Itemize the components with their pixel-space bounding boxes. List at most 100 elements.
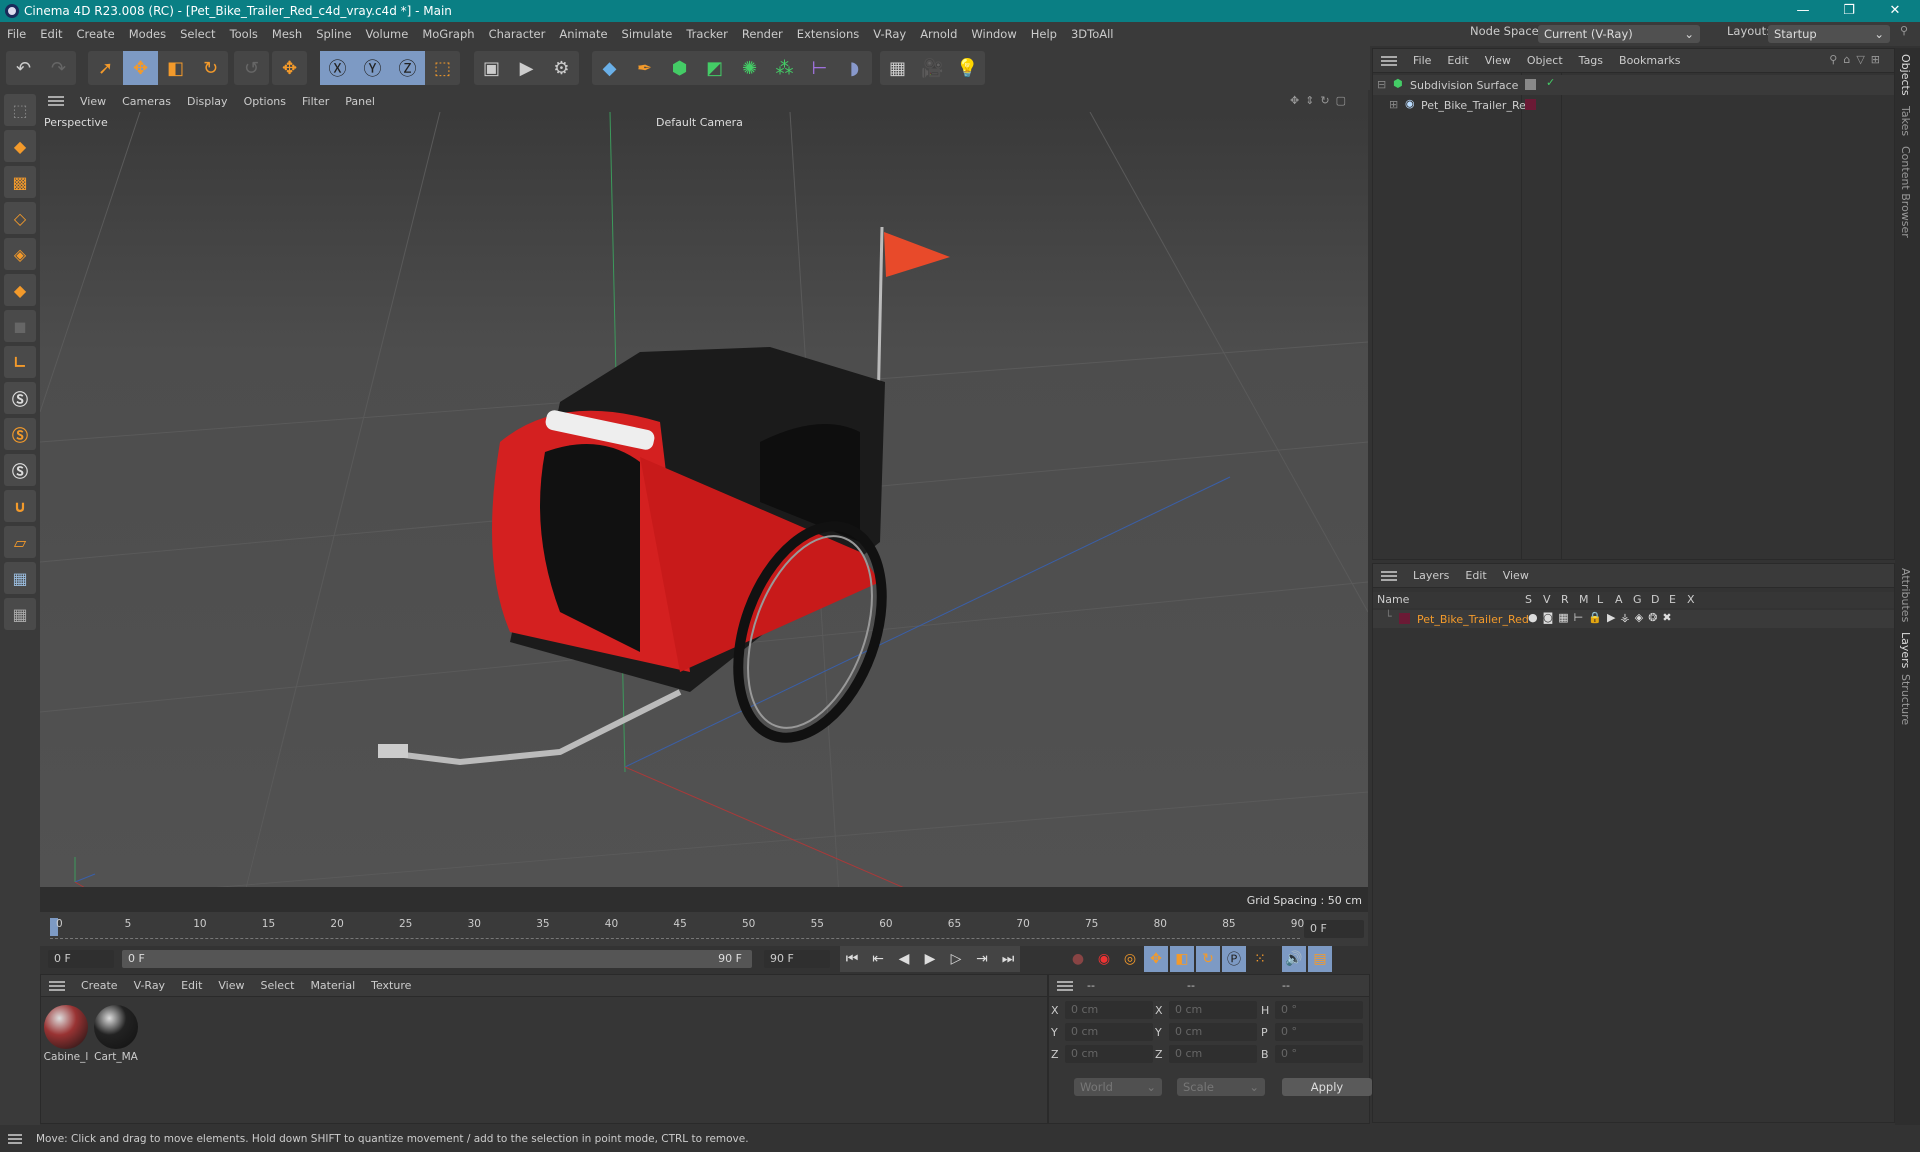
material-menu-vray[interactable]: V-Ray bbox=[126, 979, 174, 992]
coord-field[interactable]: 0 ° bbox=[1275, 1001, 1363, 1019]
end-frame-field[interactable]: 90 F bbox=[764, 950, 830, 968]
model-mode-icon[interactable]: ⬚ bbox=[4, 94, 36, 126]
layer-column-s[interactable]: S bbox=[1525, 593, 1532, 606]
uv-mode-icon[interactable]: ◼ bbox=[4, 310, 36, 342]
coord-field[interactable]: 0 cm bbox=[1065, 1023, 1153, 1041]
layers-menu-icon[interactable] bbox=[1381, 570, 1397, 581]
key-scale-icon[interactable]: ◧ bbox=[1170, 946, 1194, 972]
minimize-button[interactable]: — bbox=[1780, 0, 1826, 22]
apply-button[interactable]: Apply bbox=[1282, 1078, 1372, 1096]
snap-settings-icon[interactable]: Ⓢ bbox=[4, 418, 36, 450]
viewport-menu-cameras[interactable]: Cameras bbox=[114, 95, 179, 108]
menu-create[interactable]: Create bbox=[70, 27, 122, 41]
x-axis-icon[interactable]: Ⓧ bbox=[320, 51, 355, 85]
move-tool-icon[interactable]: ✥ bbox=[123, 51, 158, 85]
coordinates-menu-icon[interactable] bbox=[1057, 980, 1073, 991]
layer-column-m[interactable]: M bbox=[1579, 593, 1589, 606]
go-to-end-icon[interactable]: ⏭ bbox=[996, 946, 1020, 972]
y-axis-icon[interactable]: Ⓨ bbox=[355, 51, 390, 85]
z-axis-icon[interactable]: Ⓩ bbox=[390, 51, 425, 85]
node-space-dropdown[interactable]: Current (V-Ray) ⌄ bbox=[1538, 25, 1700, 43]
layer-column-g[interactable]: G bbox=[1633, 593, 1642, 606]
material-menu-texture[interactable]: Texture bbox=[363, 979, 419, 992]
layer-flag-icons[interactable]: ●◙▦⊢🔒▶⚶◈❂✖ bbox=[1528, 611, 1677, 624]
layer-color-swatch[interactable] bbox=[1525, 99, 1536, 110]
camera-label[interactable]: Default Camera bbox=[656, 116, 743, 129]
search-icon[interactable]: ⚲ bbox=[1900, 24, 1908, 37]
layers-menu-edit[interactable]: Edit bbox=[1457, 569, 1494, 582]
material-menu-view[interactable]: View bbox=[210, 979, 252, 992]
3d-viewport[interactable]: Perspective Default Camera Grid Spacing … bbox=[40, 112, 1368, 912]
mograph-cloner-icon[interactable]: ✺ bbox=[732, 51, 767, 85]
scale-tool-icon[interactable]: ◧ bbox=[158, 51, 193, 85]
render-view-icon[interactable]: ▣ bbox=[474, 51, 509, 85]
layer-name[interactable]: Pet_Bike_Trailer_Red bbox=[1417, 613, 1529, 626]
prev-key-icon[interactable]: ⇤ bbox=[866, 946, 890, 972]
layer-column-e[interactable]: E bbox=[1669, 593, 1676, 606]
maximize-button[interactable]: ❐ bbox=[1826, 0, 1872, 22]
menu-window[interactable]: Window bbox=[964, 27, 1023, 41]
record-icon[interactable]: ● bbox=[1066, 946, 1090, 972]
menu-character[interactable]: Character bbox=[482, 27, 553, 41]
layout-dropdown[interactable]: Startup ⌄ bbox=[1768, 25, 1890, 43]
object-row[interactable]: ⊟ ⬢ Subdivision Surface ✓ bbox=[1373, 75, 1894, 95]
texture-mode-icon[interactable]: ▩ bbox=[4, 166, 36, 198]
material-item[interactable]: Cart_MA bbox=[93, 1005, 139, 1063]
close-button[interactable]: ✕ bbox=[1872, 0, 1918, 22]
layer-color-swatch[interactable] bbox=[1399, 613, 1410, 624]
lock-workplane-icon[interactable]: ▦ bbox=[4, 598, 36, 630]
layers-menu-layers[interactable]: Layers bbox=[1405, 569, 1457, 582]
layer-column-l[interactable]: L bbox=[1597, 593, 1603, 606]
subdivision-icon[interactable]: ⬢ bbox=[662, 51, 697, 85]
layer-column-a[interactable]: A bbox=[1615, 593, 1623, 606]
timeline-icon[interactable]: ▤ bbox=[1308, 946, 1332, 972]
coord-field[interactable]: 0 ° bbox=[1275, 1045, 1363, 1063]
prev-frame-icon[interactable]: ◀ bbox=[892, 946, 916, 972]
render-picture-viewer-icon[interactable]: ▶ bbox=[509, 51, 544, 85]
tab-takes[interactable]: Takes bbox=[1899, 106, 1912, 136]
workplane-icon[interactable]: ▱ bbox=[4, 526, 36, 558]
viewport-menu-icon[interactable] bbox=[48, 96, 64, 106]
tab-objects[interactable]: Objects bbox=[1899, 54, 1912, 96]
play-icon[interactable]: ▶ bbox=[918, 946, 942, 972]
psr-icon[interactable]: ↺ bbox=[234, 51, 269, 85]
layers-menu-view[interactable]: View bbox=[1495, 569, 1537, 582]
material-menu-select[interactable]: Select bbox=[253, 979, 303, 992]
viewport-menu-filter[interactable]: Filter bbox=[294, 95, 337, 108]
menu-extensions[interactable]: Extensions bbox=[790, 27, 866, 41]
deformer-icon[interactable]: ⊢ bbox=[802, 51, 837, 85]
menu-mograph[interactable]: MoGraph bbox=[415, 27, 481, 41]
extrude-icon[interactable]: ◩ bbox=[697, 51, 732, 85]
coord-field[interactable]: 0 cm bbox=[1065, 1001, 1153, 1019]
start-frame-field[interactable]: 0 F bbox=[48, 950, 114, 968]
object-row[interactable]: ⊞ ◉ Pet_Bike_Trailer_Red bbox=[1373, 95, 1894, 115]
menu-3dtoall[interactable]: 3DToAll bbox=[1064, 27, 1121, 41]
grid-icon[interactable]: ▦ bbox=[4, 562, 36, 594]
menu-animate[interactable]: Animate bbox=[552, 27, 614, 41]
pen-icon[interactable]: ✒ bbox=[627, 51, 662, 85]
cube-icon[interactable]: ◆ bbox=[592, 51, 627, 85]
object-manager-tools-icons[interactable]: ⚲⌂▽⊞ bbox=[1829, 53, 1886, 66]
menu-help[interactable]: Help bbox=[1024, 27, 1064, 41]
menu-spline[interactable]: Spline bbox=[309, 27, 358, 41]
layer-column-name[interactable]: Name bbox=[1377, 593, 1409, 606]
menu-select[interactable]: Select bbox=[173, 27, 222, 41]
menu-tracker[interactable]: Tracker bbox=[679, 27, 735, 41]
polygon-mode-icon[interactable]: ◆ bbox=[4, 274, 36, 306]
floor-icon[interactable]: ▦ bbox=[880, 51, 915, 85]
autokey-icon[interactable]: ◉ bbox=[1092, 946, 1116, 972]
coordinate-system-icon[interactable]: ⬚ bbox=[425, 51, 460, 85]
objects-menu-icon[interactable] bbox=[1381, 55, 1397, 66]
material-item[interactable]: Cabine_l bbox=[43, 1005, 89, 1063]
key-parameter-icon[interactable]: Ⓟ bbox=[1222, 946, 1246, 972]
timeline-ruler[interactable]: 0 5 10 15 20 25 30 35 40 45 50 55 60 65 70 75 80 85 90 0 F bbox=[40, 912, 1368, 946]
objects-menu-edit[interactable]: Edit bbox=[1439, 54, 1476, 67]
objects-menu-object[interactable]: Object bbox=[1519, 54, 1571, 67]
layer-row[interactable]: └ Pet_Bike_Trailer_Red ●◙▦⊢🔒▶⚶◈❂✖ bbox=[1373, 610, 1894, 628]
menu-file[interactable]: File bbox=[0, 27, 33, 41]
key-position-icon[interactable]: ✥ bbox=[1144, 946, 1168, 972]
camera-icon[interactable]: 🎥 bbox=[915, 51, 950, 85]
menu-tools[interactable]: Tools bbox=[223, 27, 265, 41]
menu-volume[interactable]: Volume bbox=[359, 27, 416, 41]
undo-icon[interactable]: ↶ bbox=[6, 51, 41, 85]
